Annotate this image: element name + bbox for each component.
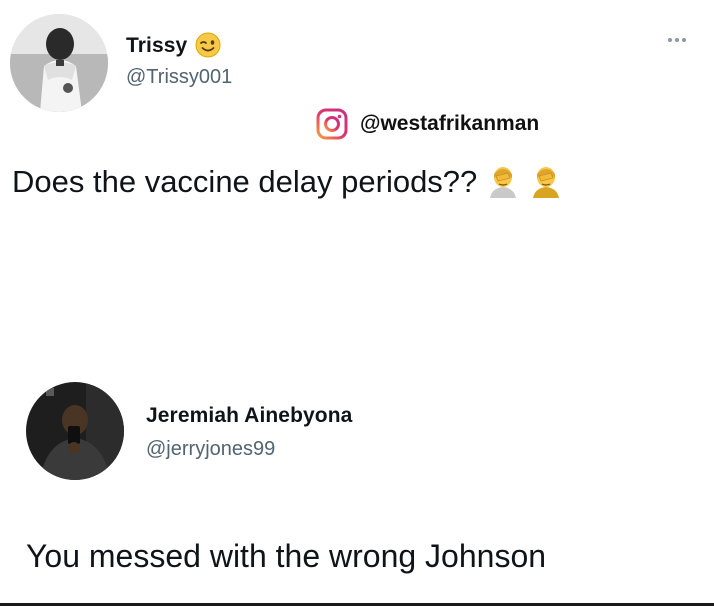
tweet-text-content: Does the vaccine delay periods??	[12, 164, 478, 199]
author-name-text: Trissy	[126, 34, 188, 57]
author-name[interactable]: Jeremiah Ainebyona	[146, 404, 352, 428]
avatar[interactable]	[10, 14, 108, 112]
author-handle[interactable]: @jerryjones99	[146, 438, 275, 461]
tweet-trissy: Trissy @Trissy001 @westafrikanman Does t…	[0, 0, 714, 300]
tweet-text: You messed with the wrong Johnson	[26, 538, 547, 574]
more-options-icon[interactable]	[668, 38, 686, 42]
tweet-jeremiah: Jeremiah Ainebyona @jerryjones99 You mes…	[0, 300, 714, 606]
person-facepalming-emoji	[489, 166, 516, 198]
tweet-text: Does the vaccine delay periods??	[12, 164, 563, 200]
instagram-icon	[316, 108, 348, 140]
author-name-text: Jeremiah Ainebyona	[146, 404, 353, 427]
avatar[interactable]	[26, 382, 124, 480]
author-name[interactable]: Trissy	[126, 32, 221, 58]
winking-face-emoji	[195, 32, 221, 58]
person-facepalming-emoji	[532, 166, 559, 198]
author-handle[interactable]: @Trissy001	[126, 66, 232, 89]
instagram-handle: @westafrikanman	[360, 112, 540, 135]
instagram-watermark: @westafrikanman	[316, 108, 539, 140]
